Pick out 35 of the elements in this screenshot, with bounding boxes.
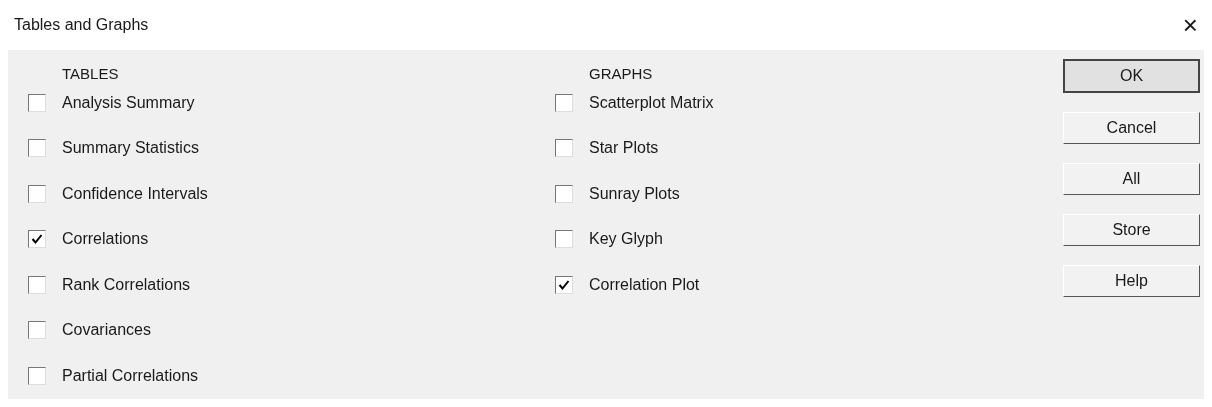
- checkbox[interactable]: [555, 93, 573, 112]
- checkbox[interactable]: [28, 139, 46, 158]
- checkbox[interactable]: [28, 184, 46, 203]
- window-title: Tables and Graphs: [14, 15, 149, 35]
- checkmark-icon: [31, 233, 43, 246]
- dialog-button[interactable]: Help: [1063, 265, 1200, 297]
- checkbox-label: Covariances: [62, 320, 151, 341]
- checkbox[interactable]: [555, 139, 573, 158]
- close-button[interactable]: ×: [1182, 12, 1198, 38]
- checkbox[interactable]: [555, 184, 573, 203]
- checkbox-label: Scatterplot Matrix: [589, 92, 714, 113]
- checkbox-label: Correlation Plot: [589, 274, 700, 295]
- checkbox-label: Star Plots: [589, 138, 659, 159]
- checkbox-label: Correlations: [62, 229, 149, 250]
- group-heading: GRAPHS: [589, 64, 654, 84]
- checkbox[interactable]: [28, 366, 46, 385]
- checkmark-icon: [558, 278, 570, 291]
- dialog-button[interactable]: OK: [1063, 59, 1200, 93]
- dialog-button[interactable]: Store: [1063, 214, 1200, 246]
- checkbox-label: Key Glyph: [589, 229, 663, 250]
- dialog-button[interactable]: Cancel: [1063, 112, 1200, 144]
- checkbox[interactable]: [28, 230, 46, 249]
- group-heading: TABLES: [62, 64, 120, 84]
- checkbox-label: Confidence Intervals: [62, 183, 208, 204]
- checkbox[interactable]: [555, 230, 573, 249]
- checkbox[interactable]: [28, 321, 46, 340]
- checkbox[interactable]: [555, 275, 573, 294]
- checkbox-label: Sunray Plots: [589, 183, 680, 204]
- checkbox[interactable]: [28, 93, 46, 112]
- dialog-button[interactable]: All: [1063, 163, 1200, 195]
- checkbox-label: Partial Correlations: [62, 365, 199, 386]
- checkbox-label: Analysis Summary: [62, 92, 195, 113]
- checkbox[interactable]: [28, 275, 46, 294]
- checkbox-label: Summary Statistics: [62, 138, 199, 159]
- checkbox-label: Rank Correlations: [62, 274, 191, 295]
